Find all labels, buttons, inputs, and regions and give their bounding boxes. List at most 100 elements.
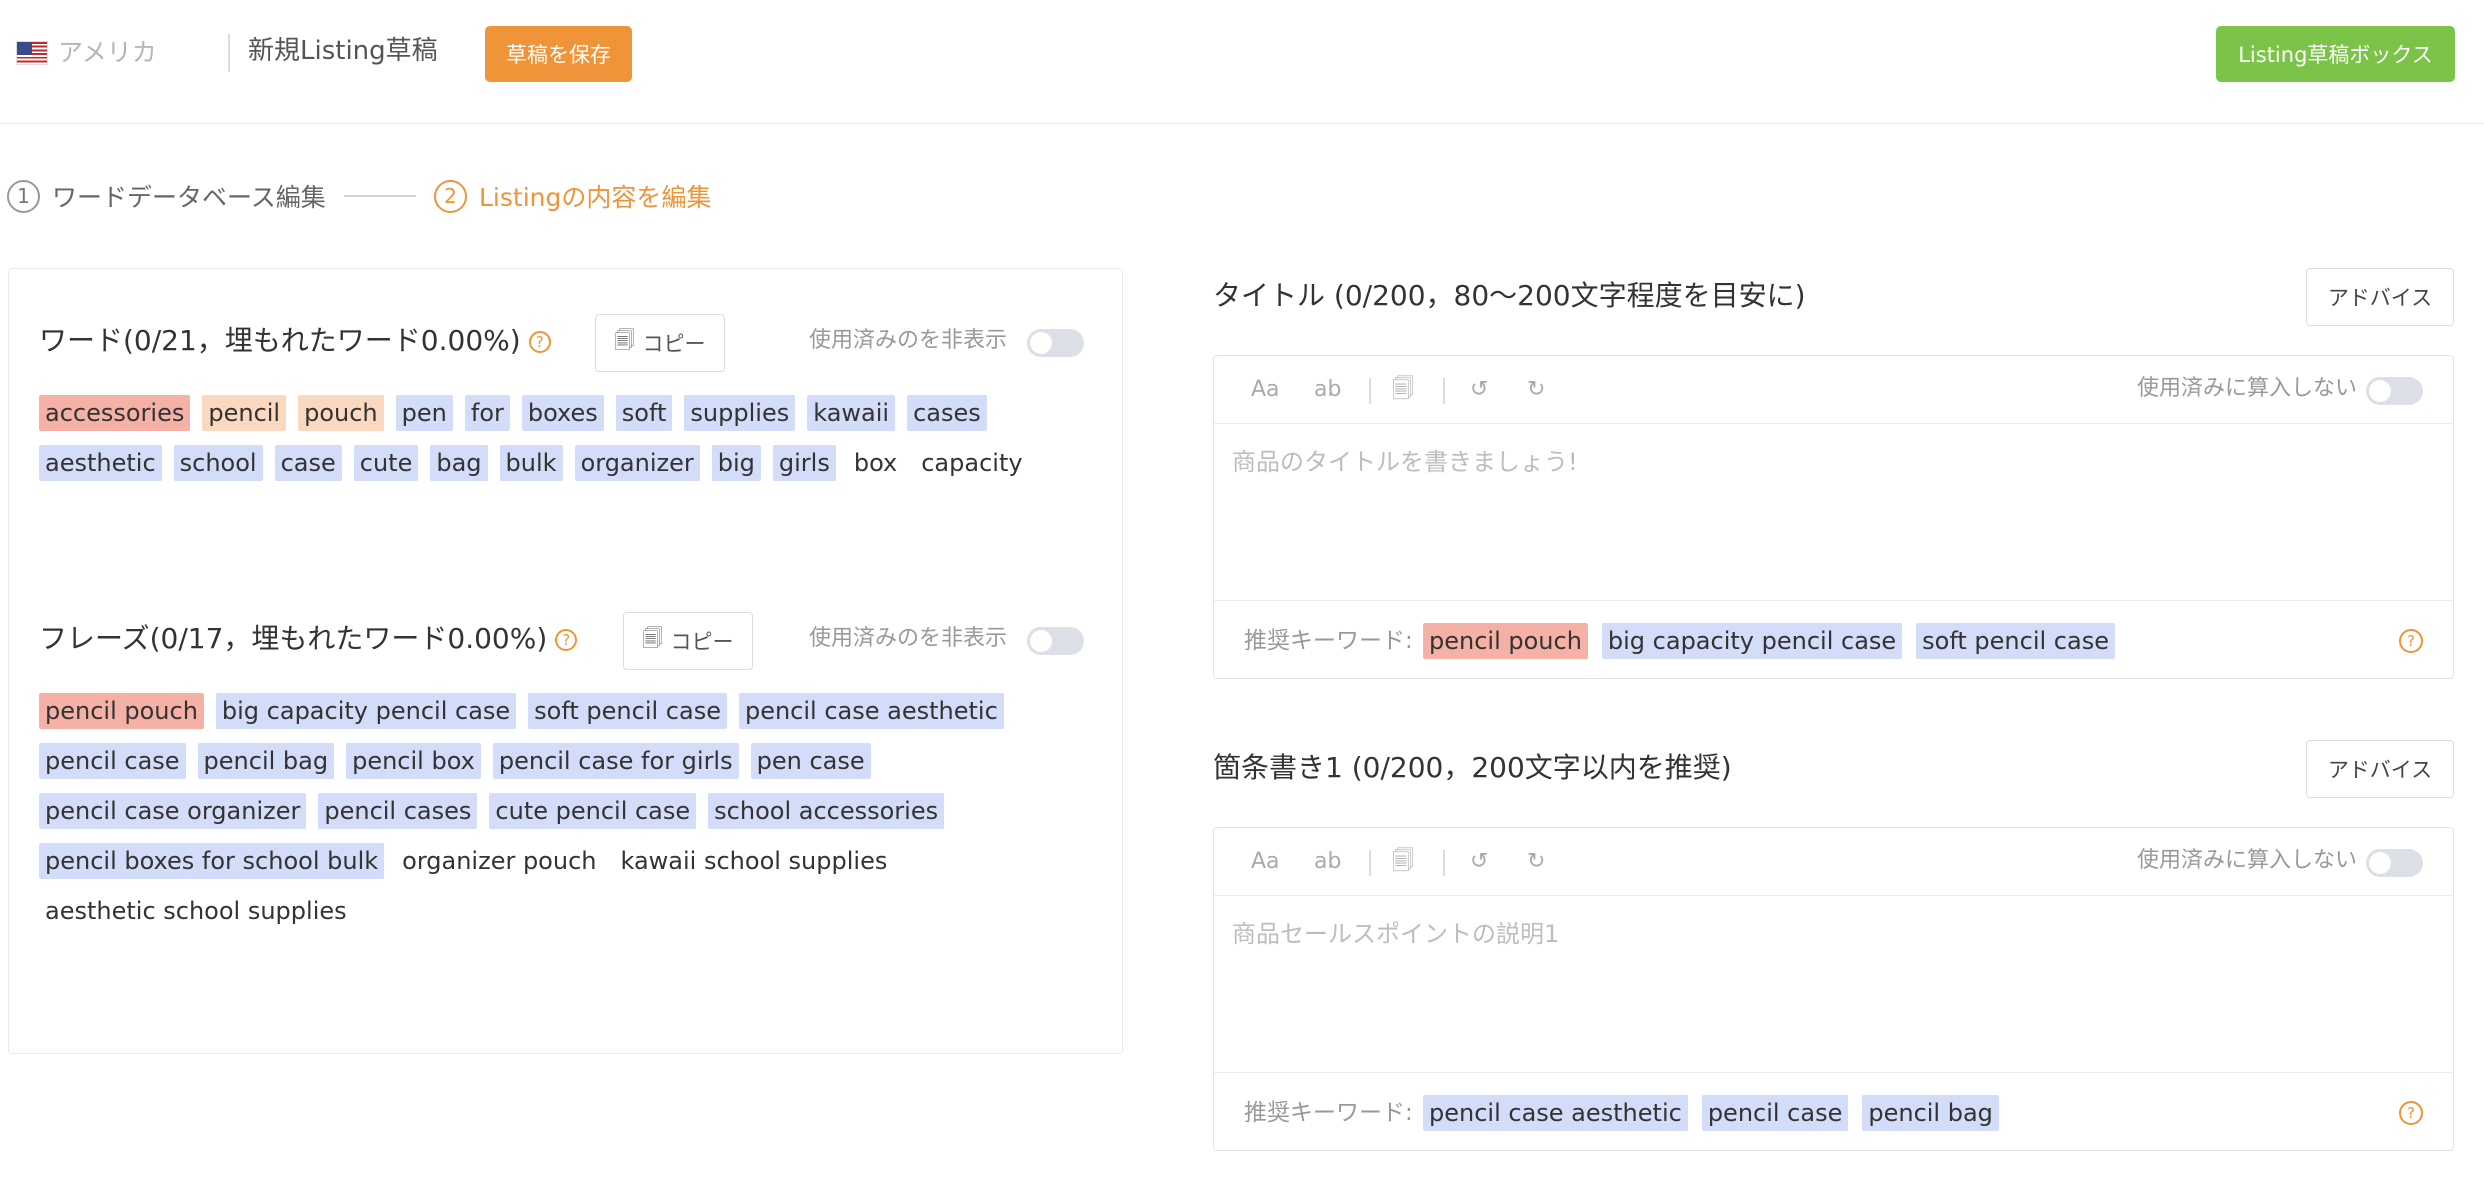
keyword-tag[interactable]: pencil case [39, 743, 186, 779]
keyword-tag[interactable]: pencil case for girls [492, 743, 739, 779]
step-word-database[interactable]: 1 ワードデータベース編集 [7, 178, 326, 214]
word-tag-list: accessories pencil pouch pen for boxes soft sup… [39, 395, 1099, 481]
hide-used-phrases-label: 使用済みのを非表示 [809, 626, 1008, 651]
copy-phrases-button[interactable]: 🗐 コピー [623, 612, 753, 670]
undo-icon[interactable]: ↺ [1470, 848, 1488, 876]
keyword-tag[interactable]: boxes [521, 395, 604, 431]
keyword-tag[interactable]: pencil bag [197, 743, 335, 779]
keyword-tag[interactable]: pencil [202, 395, 287, 431]
exclude-count-label: 使用済みに算入しない [2136, 376, 2357, 401]
recommended-keywords-label: 推奨キーワード: [1244, 1100, 1413, 1126]
keyword-tag[interactable]: bag [430, 445, 488, 481]
copy-icon[interactable]: 🗐 [1392, 848, 1414, 876]
lowercase-button[interactable]: ab [1314, 376, 1341, 404]
title-input[interactable] [1214, 424, 2453, 600]
title-advice-button[interactable]: アドバイス [2306, 268, 2454, 326]
keyword-tag[interactable]: big capacity pencil case [1601, 623, 1903, 659]
hide-used-words-toggle[interactable] [1027, 329, 1084, 357]
keyword-tag[interactable]: supplies [684, 395, 796, 431]
country-selector[interactable]: アメリカ [58, 36, 157, 70]
keyword-tag[interactable]: cute pencil case [489, 793, 697, 829]
copy-icon[interactable]: 🗐 [1392, 376, 1414, 404]
help-icon[interactable]: ? [555, 629, 578, 651]
keyword-tag[interactable]: pencil bag [1862, 1095, 1999, 1131]
step-edit-listing[interactable]: 2 Listingの内容を編集 [434, 178, 711, 214]
keyword-tag[interactable]: cases [907, 395, 987, 431]
keyword-tag[interactable]: box [848, 445, 903, 481]
help-icon[interactable]: ? [528, 331, 551, 353]
keyword-tag[interactable]: big [711, 445, 761, 481]
us-flag-icon[interactable] [16, 41, 48, 65]
step-number: 1 [7, 179, 40, 213]
save-draft-button[interactable]: 草稿を保存 [485, 26, 632, 82]
keyword-tag[interactable]: pencil boxes for school bulk [39, 843, 385, 879]
bullet-toolbar: Aa ab 🗐 ↺ ↻ 使用済みに算入しない [1214, 828, 2453, 896]
keyword-tag[interactable]: school accessories [708, 793, 945, 829]
title-toolbar: Aa ab 🗐 ↺ ↻ 使用済みに算入しない [1214, 356, 2453, 424]
copy-label: コピー [642, 332, 706, 356]
header-divider [228, 34, 230, 72]
keyword-tag[interactable]: big capacity pencil case [215, 693, 517, 729]
top-header: アメリカ 新規Listing草稿 草稿を保存 Listing草稿ボックス [0, 0, 2484, 124]
exclude-count-label: 使用済みに算入しない [2136, 848, 2357, 873]
copy-icon: 🗐 [614, 328, 635, 352]
help-icon[interactable]: ? [2399, 1101, 2423, 1125]
keyword-tag[interactable]: bulk [499, 445, 563, 481]
keyword-tag[interactable]: pencil case aesthetic [1423, 1095, 1688, 1131]
keyword-tag[interactable]: school [173, 445, 263, 481]
hide-used-phrases-toggle[interactable] [1027, 627, 1084, 655]
title-heading: タイトル (0/200，80～200文字程度を目安に) [1213, 279, 1806, 312]
toolbar-divider [1369, 378, 1371, 404]
keyword-tag[interactable]: kawaii school supplies [614, 843, 893, 879]
keyword-tag[interactable]: soft pencil case [1916, 623, 2115, 659]
keyword-tag[interactable]: aesthetic [39, 445, 162, 481]
hide-used-words-label: 使用済みのを非表示 [809, 328, 1008, 353]
keyword-tag[interactable]: organizer pouch [396, 843, 602, 879]
redo-icon[interactable]: ↻ [1527, 848, 1545, 876]
title-editor: Aa ab 🗐 ↺ ↻ 使用済みに算入しない 推奨キーワード: pencil p… [1213, 355, 2454, 679]
undo-icon[interactable]: ↺ [1470, 376, 1488, 404]
draft-title: 新規Listing草稿 [248, 36, 438, 66]
keyword-tag[interactable]: case [274, 445, 342, 481]
help-icon[interactable]: ? [2399, 629, 2423, 653]
redo-icon[interactable]: ↻ [1527, 376, 1545, 404]
uppercase-button[interactable]: Aa [1251, 848, 1280, 876]
keyword-tag[interactable]: cute [353, 445, 419, 481]
copy-label: コピー [670, 630, 734, 654]
phrases-section-title: フレーズ(0/17，埋もれたワード0.00%)? [39, 619, 578, 659]
keyword-tag[interactable]: for [464, 395, 510, 431]
title-keyword-bar: 推奨キーワード: pencil pouch big capacity pencil… [1214, 600, 2453, 680]
draft-box-button[interactable]: Listing草稿ボックス [2216, 26, 2455, 82]
keyword-tag[interactable]: soft pencil case [528, 693, 727, 729]
keyword-tag[interactable]: soft [615, 395, 673, 431]
keyword-tag[interactable]: aesthetic school supplies [39, 893, 353, 929]
toolbar-divider [1369, 850, 1371, 876]
keyword-tag[interactable]: pencil case aesthetic [738, 693, 1004, 729]
recommended-keywords-label: 推奨キーワード: [1244, 628, 1413, 654]
uppercase-button[interactable]: Aa [1251, 376, 1280, 404]
keyword-tag[interactable]: pen [395, 395, 453, 431]
keyword-tag[interactable]: organizer [574, 445, 700, 481]
keyword-tag[interactable]: pencil case organizer [39, 793, 307, 829]
keyword-tag[interactable]: kawaii [807, 395, 896, 431]
keyword-tag[interactable]: pencil case [1701, 1095, 1849, 1131]
keyword-tag[interactable]: accessories [39, 395, 191, 431]
copy-words-button[interactable]: 🗐 コピー [595, 314, 725, 372]
keyword-tag[interactable]: capacity [915, 445, 1028, 481]
exclude-count-toggle[interactable] [2366, 377, 2423, 405]
toolbar-divider [1443, 850, 1445, 876]
keyword-tag[interactable]: girls [772, 445, 836, 481]
keyword-tag[interactable]: pouch [298, 395, 384, 431]
exclude-count-toggle[interactable] [2366, 849, 2423, 877]
bullet-advice-button[interactable]: アドバイス [2306, 740, 2454, 798]
step-connector [344, 195, 416, 197]
keyword-tag[interactable]: pencil cases [318, 793, 478, 829]
lowercase-button[interactable]: ab [1314, 848, 1341, 876]
keyword-tag[interactable]: pencil pouch [39, 693, 204, 729]
step-label: Listingの内容を編集 [479, 183, 712, 212]
keyword-tag[interactable]: pen case [750, 743, 871, 779]
keyword-tag[interactable]: pencil pouch [1423, 623, 1588, 659]
keyword-tag[interactable]: pencil box [346, 743, 481, 779]
bullet-input[interactable] [1214, 896, 2453, 1072]
keyword-panel: ワード(0/21，埋もれたワード0.00%)? 🗐 コピー 使用済みのを非表示 a… [8, 268, 1123, 1054]
